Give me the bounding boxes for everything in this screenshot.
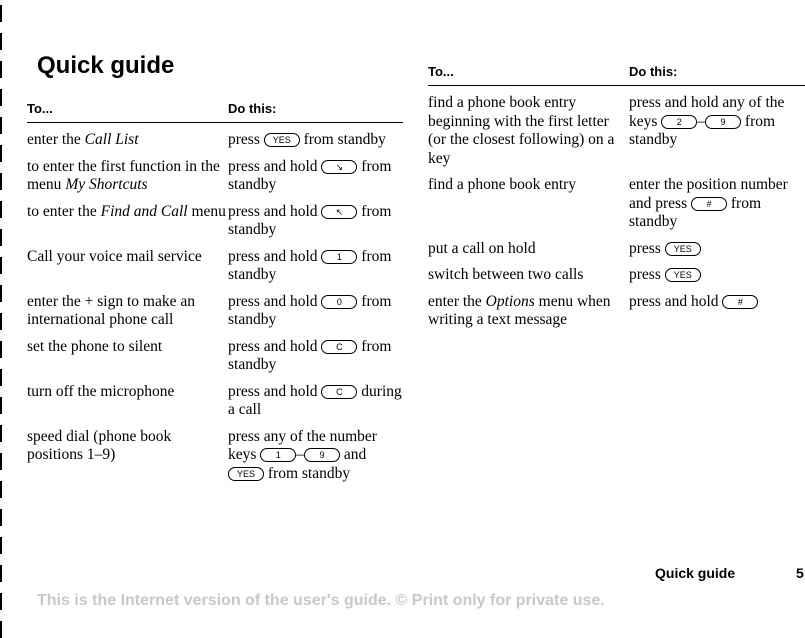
instruction-cell: press and hold C from standby xyxy=(228,337,392,374)
action-cell: enter the + sign to make an internationa… xyxy=(27,292,195,329)
crop-mark xyxy=(0,369,2,386)
crop-mark xyxy=(0,397,2,414)
key-1-icon: 1 xyxy=(260,448,297,462)
action-cell: put a call on hold xyxy=(428,239,536,257)
header-to: To... xyxy=(428,64,454,79)
crop-mark xyxy=(0,481,2,498)
menu-name: My Shortcuts xyxy=(65,176,148,193)
right-quick-guide-table: To... Do this: find a phone book entry b… xyxy=(428,64,805,330)
crop-marks xyxy=(0,0,3,638)
header-do-this: Do this: xyxy=(228,101,277,116)
crop-mark xyxy=(0,89,2,106)
yes-key-icon: YES xyxy=(664,268,701,282)
crop-mark xyxy=(0,173,2,190)
instruction-cell: press any of the number keys 1–9 and YES… xyxy=(228,427,377,482)
table-row: enter the + sign to make an internationa… xyxy=(27,293,403,330)
crop-mark xyxy=(0,201,2,218)
crop-mark xyxy=(0,61,2,78)
crop-mark xyxy=(0,537,2,554)
key-2-icon: 2 xyxy=(661,114,698,129)
instruction-cell: enter the position number and press # fr… xyxy=(629,176,788,230)
action-cell: Call your voice mail service xyxy=(27,247,202,265)
footer-section-name: Quick guide xyxy=(655,565,736,581)
yes-key-icon: YES xyxy=(664,241,701,256)
key-1-icon: 1 xyxy=(321,249,358,264)
action-cell: find a phone book entry beginning with t… xyxy=(428,94,615,167)
crop-mark xyxy=(0,285,2,302)
right-selection-key-icon: ↘ xyxy=(321,159,358,174)
instruction-cell: press and hold ↖ from standby xyxy=(228,202,392,239)
crop-mark xyxy=(0,621,2,638)
action-cell: enter the Call List xyxy=(27,131,139,148)
table-row: turn off the microphone press and hold C … xyxy=(27,383,403,420)
action-cell: to enter the Find and Call menu xyxy=(27,202,226,220)
action-cell: set the phone to silent xyxy=(27,337,163,355)
table-row: set the phone to silent press and hold C … xyxy=(27,338,403,375)
c-key-icon: C xyxy=(321,339,358,354)
instruction-cell: press and hold C during a call xyxy=(228,382,402,419)
table-row: to enter the first function in the menu … xyxy=(27,158,403,195)
yes-key-icon: YES xyxy=(228,466,264,481)
instruction-cell: press YES xyxy=(629,240,805,259)
table-header: To... Do this: xyxy=(27,101,403,123)
header-to: To... xyxy=(27,101,53,116)
table-row: speed dial (phone book positions 1–9) pre… xyxy=(27,428,403,484)
key-0-icon: 0 xyxy=(321,294,358,309)
table-row: find a phone book entry beginning with t… xyxy=(428,94,805,168)
table-row: switch between two calls press YES xyxy=(428,266,805,285)
crop-mark xyxy=(0,565,2,582)
header-do-this: Do this: xyxy=(629,64,678,79)
crop-mark xyxy=(0,257,2,274)
crop-mark xyxy=(0,593,2,610)
crop-mark xyxy=(0,33,2,50)
instruction-cell: press YES xyxy=(629,266,805,285)
yes-key-icon: YES xyxy=(263,133,300,147)
hash-key-icon: # xyxy=(722,294,759,309)
action-cell: find a phone book entry xyxy=(428,176,577,193)
table-header: To... Do this: xyxy=(428,64,805,86)
page-title: Quick guide xyxy=(37,52,175,79)
table-row: to enter the Find and Call menu press and… xyxy=(27,203,403,240)
action-cell: switch between two calls xyxy=(428,266,584,283)
action-cell: turn off the microphone xyxy=(27,382,175,400)
page-number: 5 xyxy=(796,565,804,581)
instruction-cell: press and hold 0 from standby xyxy=(228,292,392,329)
crop-mark xyxy=(0,5,2,22)
crop-mark xyxy=(0,341,2,358)
key-9-icon: 9 xyxy=(705,114,742,129)
crop-mark xyxy=(0,453,2,470)
crop-mark xyxy=(0,145,2,162)
table-row: enter the Options menu when writing a te… xyxy=(428,293,805,330)
table-row: enter the Call List press YES from standb… xyxy=(27,131,403,150)
crop-mark xyxy=(0,509,2,526)
crop-mark xyxy=(0,229,2,246)
hash-key-icon: # xyxy=(691,196,727,211)
action-cell: to enter the first function in the menu … xyxy=(27,157,220,194)
left-selection-key-icon: ↖ xyxy=(321,204,358,219)
table-body: enter the Call List press YES from standb… xyxy=(27,131,403,483)
action-cell: enter the Options menu when writing a te… xyxy=(428,292,611,329)
instruction-cell: press and hold # xyxy=(629,293,805,330)
key-9-icon: 9 xyxy=(304,448,341,462)
instruction-cell: press and hold any of the keys 2–9 from … xyxy=(629,94,785,148)
crop-mark xyxy=(0,425,2,442)
menu-name: Options xyxy=(485,292,535,310)
instruction-cell: press and hold ↘ from standby xyxy=(228,157,392,194)
copyright-notice: This is the Internet version of the user… xyxy=(37,592,605,609)
instruction-cell: press and hold 1 from standby xyxy=(228,247,392,284)
table-body: find a phone book entry beginning with t… xyxy=(428,94,805,330)
crop-mark xyxy=(0,313,2,330)
menu-name: Find and Call xyxy=(100,202,188,220)
table-row: find a phone book entry enter the positio… xyxy=(428,176,805,232)
table-row: put a call on hold press YES xyxy=(428,240,805,259)
left-quick-guide-table: To... Do this: enter the Call List press … xyxy=(27,101,403,483)
crop-mark xyxy=(0,117,2,134)
c-key-icon: C xyxy=(321,384,358,399)
table-row: Call your voice mail service press and ho… xyxy=(27,248,403,285)
menu-name: Call List xyxy=(84,131,139,148)
instruction-cell: press YES from standby xyxy=(228,131,386,148)
action-cell: speed dial (phone book positions 1–9) xyxy=(27,427,172,464)
